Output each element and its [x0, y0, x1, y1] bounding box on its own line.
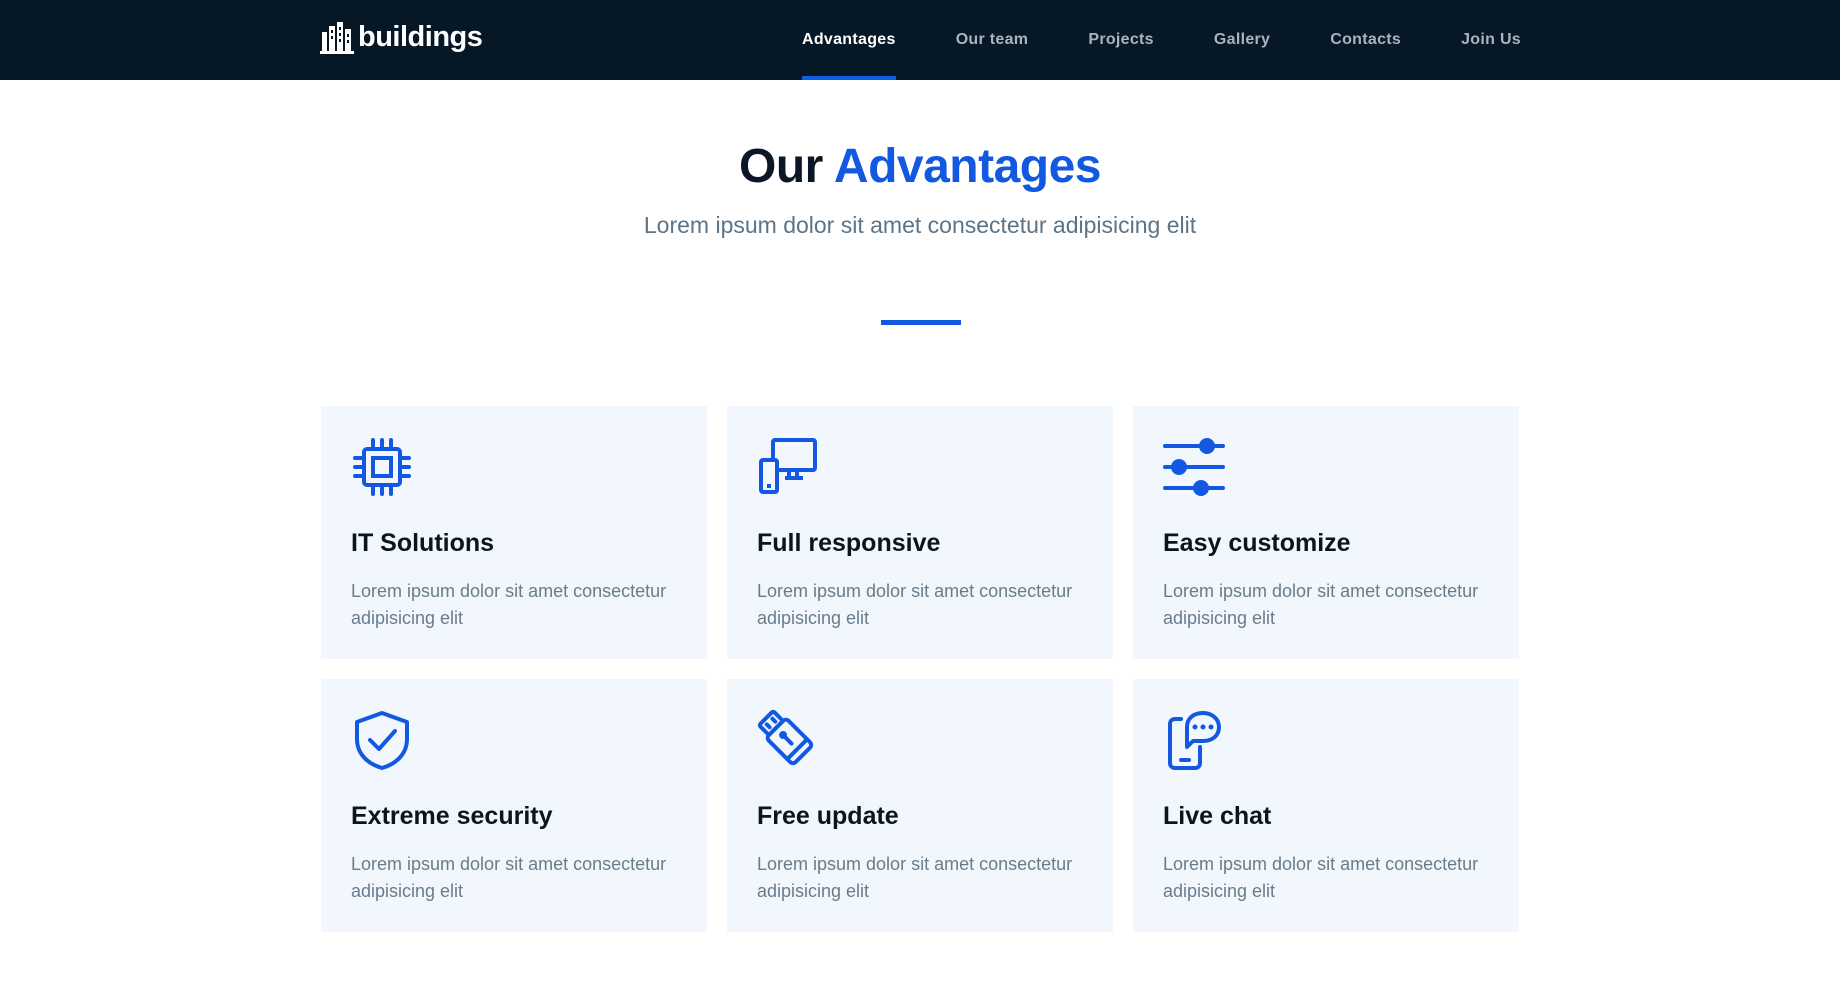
phone-chat-icon: [1168, 711, 1221, 770]
nav-item-projects[interactable]: Projects: [1088, 0, 1154, 80]
section-title: Our Advantages: [0, 138, 1840, 196]
advantage-card-extreme-security: Extreme security Lorem ipsum dolor sit a…: [321, 679, 707, 932]
card-title: Free update: [757, 802, 899, 830]
main-nav: Advantages Our team Projects Gallery Con…: [801, 0, 1521, 80]
usb-drive-icon: [757, 709, 814, 766]
card-title: Easy customize: [1163, 529, 1351, 557]
logo[interactable]: buildings: [320, 19, 483, 55]
devices-icon: [759, 438, 817, 494]
shield-check-icon: [355, 711, 409, 770]
card-title: Live chat: [1163, 802, 1272, 830]
card-title: IT Solutions: [351, 529, 495, 557]
section-divider: [881, 320, 961, 325]
card-text: Lorem ipsum dolor sit amet consectetur a…: [1163, 581, 1479, 628]
card-title: Full responsive: [757, 529, 941, 557]
nav-item-advantages[interactable]: Advantages: [801, 0, 896, 80]
card-text: Lorem ipsum dolor sit amet consectetur a…: [351, 854, 667, 901]
buildings-logo-icon: [320, 22, 354, 54]
advantages-grid: IT Solutions Lorem ipsum dolor sit amet …: [321, 406, 1521, 932]
advantage-card-it-solutions: IT Solutions Lorem ipsum dolor sit amet …: [321, 406, 707, 659]
advantage-card-live-chat: Live chat Lorem ipsum dolor sit amet con…: [1133, 679, 1519, 932]
advantage-card-full-responsive: Full responsive Lorem ipsum dolor sit am…: [727, 406, 1113, 659]
nav-item-our-team[interactable]: Our team: [956, 0, 1029, 80]
card-text: Lorem ipsum dolor sit amet consectetur a…: [1163, 854, 1479, 901]
nav-item-join-us[interactable]: Join Us: [1461, 0, 1521, 80]
sliders-icon: [1163, 438, 1225, 496]
section-subtitle: Lorem ipsum dolor sit amet consectetur a…: [643, 212, 1197, 238]
logo-text: buildings: [358, 20, 483, 53]
card-text: Lorem ipsum dolor sit amet consectetur a…: [757, 854, 1073, 901]
nav-item-contacts[interactable]: Contacts: [1330, 0, 1401, 80]
card-text: Lorem ipsum dolor sit amet consectetur a…: [757, 581, 1073, 628]
section-title-part2: Advantages: [833, 140, 1102, 193]
section-title-part1: Our: [739, 140, 823, 193]
card-title: Extreme security: [351, 802, 553, 830]
top-navbar: buildings Advantages Our team Projects G…: [0, 0, 1840, 80]
nav-item-gallery[interactable]: Gallery: [1214, 0, 1270, 80]
advantage-card-easy-customize: Easy customize Lorem ipsum dolor sit ame…: [1133, 406, 1519, 659]
advantages-header: Our Advantages Lorem ipsum dolor sit ame…: [0, 138, 1840, 240]
chip-icon: [353, 438, 411, 496]
card-text: Lorem ipsum dolor sit amet consectetur a…: [351, 581, 667, 628]
advantage-card-free-update: Free update Lorem ipsum dolor sit amet c…: [727, 679, 1113, 932]
